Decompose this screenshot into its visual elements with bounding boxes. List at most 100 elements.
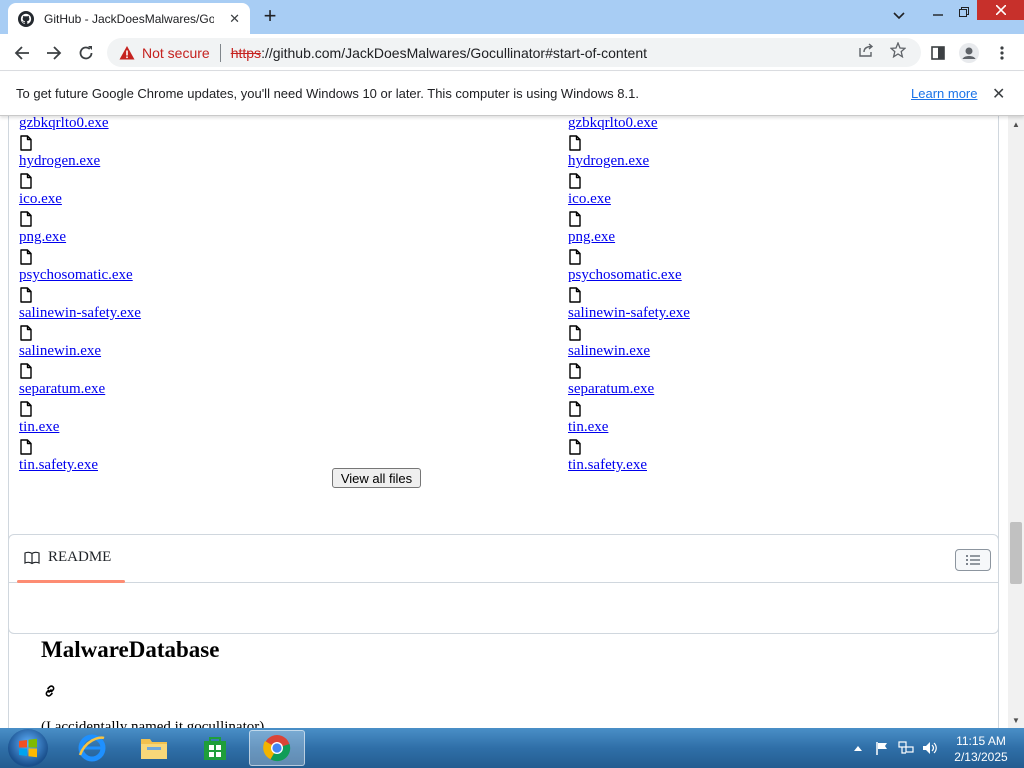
close-window-icon[interactable] — [977, 0, 1024, 20]
reload-icon[interactable] — [75, 42, 97, 64]
file-row: salinewin.exe — [568, 325, 1008, 363]
file-link[interactable]: png.exe — [19, 229, 66, 246]
file-link[interactable]: salinewin.exe — [19, 343, 101, 360]
readme-tab-underline — [17, 580, 125, 583]
tab-close-icon[interactable]: ✕ — [229, 11, 240, 27]
file-row: tin.safety.exe — [19, 439, 499, 477]
file-link[interactable]: ico.exe — [568, 191, 611, 208]
taskbar-clock[interactable]: 11:15 AM 2/13/2025 — [948, 733, 1014, 765]
vertical-scrollbar[interactable]: ▲ ▼ — [1008, 116, 1024, 728]
file-icon — [569, 173, 581, 189]
file-icon — [20, 363, 32, 379]
file-row: salinewin.exe — [19, 325, 499, 363]
file-row: ico.exe — [568, 173, 1008, 211]
clock-date: 2/13/2025 — [954, 750, 1008, 764]
not-secure-label[interactable]: Not secure — [142, 45, 210, 61]
scroll-thumb[interactable] — [1010, 522, 1022, 584]
view-all-files-button[interactable]: View all files — [332, 468, 421, 488]
file-row: salinewin-safety.exe — [568, 287, 1008, 325]
menu-kebab-icon[interactable] — [991, 42, 1013, 64]
file-link[interactable]: gzbkqrlto0.exe — [568, 116, 658, 132]
file-icon — [569, 211, 581, 227]
windows-logo-icon — [19, 738, 37, 758]
profile-avatar-icon[interactable] — [958, 42, 980, 64]
warning-icon — [119, 45, 135, 59]
github-icon — [18, 10, 34, 27]
action-center-flag-icon[interactable] — [874, 740, 890, 756]
readme-box: README MalwareDatabase (I accidentally n… — [8, 534, 999, 728]
file-explorer-icon[interactable] — [126, 730, 182, 766]
file-link[interactable]: salinewin-safety.exe — [19, 305, 141, 322]
side-panel-icon[interactable] — [927, 42, 949, 64]
file-link[interactable]: gzbkqrlto0.exe — [19, 116, 109, 132]
share-icon[interactable] — [857, 41, 875, 59]
file-row: hydrogen.exe — [19, 135, 499, 173]
info-close-icon[interactable]: ✕ — [992, 84, 1005, 104]
url-rest: ://github.com/JackDoesMalwares/Gocullina… — [261, 44, 648, 61]
file-link[interactable]: separatum.exe — [19, 381, 105, 398]
file-link[interactable]: tin.exe — [568, 419, 608, 436]
table-of-contents-button[interactable] — [955, 549, 991, 571]
file-icon — [20, 135, 32, 151]
file-link[interactable]: tin.safety.exe — [19, 457, 98, 474]
address-separator — [219, 43, 221, 62]
list-icon — [966, 555, 980, 565]
file-link[interactable]: hydrogen.exe — [19, 153, 100, 170]
restore-icon[interactable] — [951, 0, 977, 24]
file-row: tin.exe — [19, 401, 499, 439]
file-row: tin.safety.exe — [568, 439, 1008, 477]
browser-toolbar: Not secure https://github.com/JackDoesMa… — [0, 34, 1024, 71]
scroll-up-arrow-icon[interactable]: ▲ — [1008, 116, 1024, 132]
tab-title: GitHub - JackDoesMalwares/Gocullinator — [44, 11, 214, 26]
file-icon — [569, 287, 581, 303]
url-scheme: https — [230, 44, 262, 61]
show-hidden-icons-icon[interactable] — [850, 740, 866, 756]
file-link[interactable]: hydrogen.exe — [568, 153, 649, 170]
file-link[interactable]: png.exe — [568, 229, 615, 246]
new-tab-button[interactable]: + — [259, 3, 281, 28]
scroll-down-arrow-icon[interactable]: ▼ — [1008, 712, 1024, 728]
file-icon — [20, 211, 32, 227]
readme-tab-label: README — [48, 549, 112, 565]
internet-explorer-icon[interactable] — [64, 730, 120, 766]
file-row: psychosomatic.exe — [568, 249, 1008, 287]
file-link[interactable]: ico.exe — [19, 191, 62, 208]
chrome-taskbar-icon[interactable] — [249, 730, 305, 766]
file-icon — [20, 401, 32, 417]
file-row: ico.exe — [19, 173, 499, 211]
url-text[interactable]: https://github.com/JackDoesMalwares/Gocu… — [231, 45, 647, 61]
file-link[interactable]: tin.safety.exe — [568, 457, 647, 474]
file-link[interactable]: salinewin.exe — [568, 343, 650, 360]
volume-icon[interactable] — [922, 740, 938, 756]
tab-search-icon[interactable] — [886, 4, 912, 28]
file-link[interactable]: separatum.exe — [568, 381, 654, 398]
file-icon — [20, 287, 32, 303]
back-arrow-icon[interactable] — [11, 42, 33, 64]
file-row: png.exe — [568, 211, 1008, 249]
file-link[interactable]: psychosomatic.exe — [19, 267, 133, 284]
file-row: separatum.exe — [568, 363, 1008, 401]
file-link[interactable]: psychosomatic.exe — [568, 267, 682, 284]
network-icon[interactable] — [898, 740, 914, 756]
windows-store-icon[interactable] — [187, 730, 243, 766]
anchor-link-icon[interactable] — [42, 683, 58, 699]
file-icon — [20, 439, 32, 455]
file-row: psychosomatic.exe — [19, 249, 499, 287]
learn-more-link[interactable]: Learn more — [911, 86, 977, 101]
minimize-icon[interactable] — [925, 0, 951, 24]
file-icon — [569, 249, 581, 265]
readme-tab[interactable]: README — [24, 549, 111, 566]
update-info-bar: To get future Google Chrome updates, you… — [0, 72, 1024, 116]
bookmark-star-icon[interactable] — [889, 41, 907, 59]
file-icon — [569, 401, 581, 417]
file-link[interactable]: tin.exe — [19, 419, 59, 436]
start-button[interactable] — [8, 729, 48, 767]
file-row: gzbkqrlto0.exe — [19, 116, 499, 135]
file-link[interactable]: salinewin-safety.exe — [568, 305, 690, 322]
file-icon — [20, 325, 32, 341]
file-row: separatum.exe — [19, 363, 499, 401]
file-icon — [569, 363, 581, 379]
browser-tab[interactable]: GitHub - JackDoesMalwares/Gocullinator ✕ — [8, 3, 250, 34]
forward-arrow-icon[interactable] — [43, 42, 65, 64]
address-bar[interactable]: Not secure https://github.com/JackDoesMa… — [107, 38, 921, 67]
